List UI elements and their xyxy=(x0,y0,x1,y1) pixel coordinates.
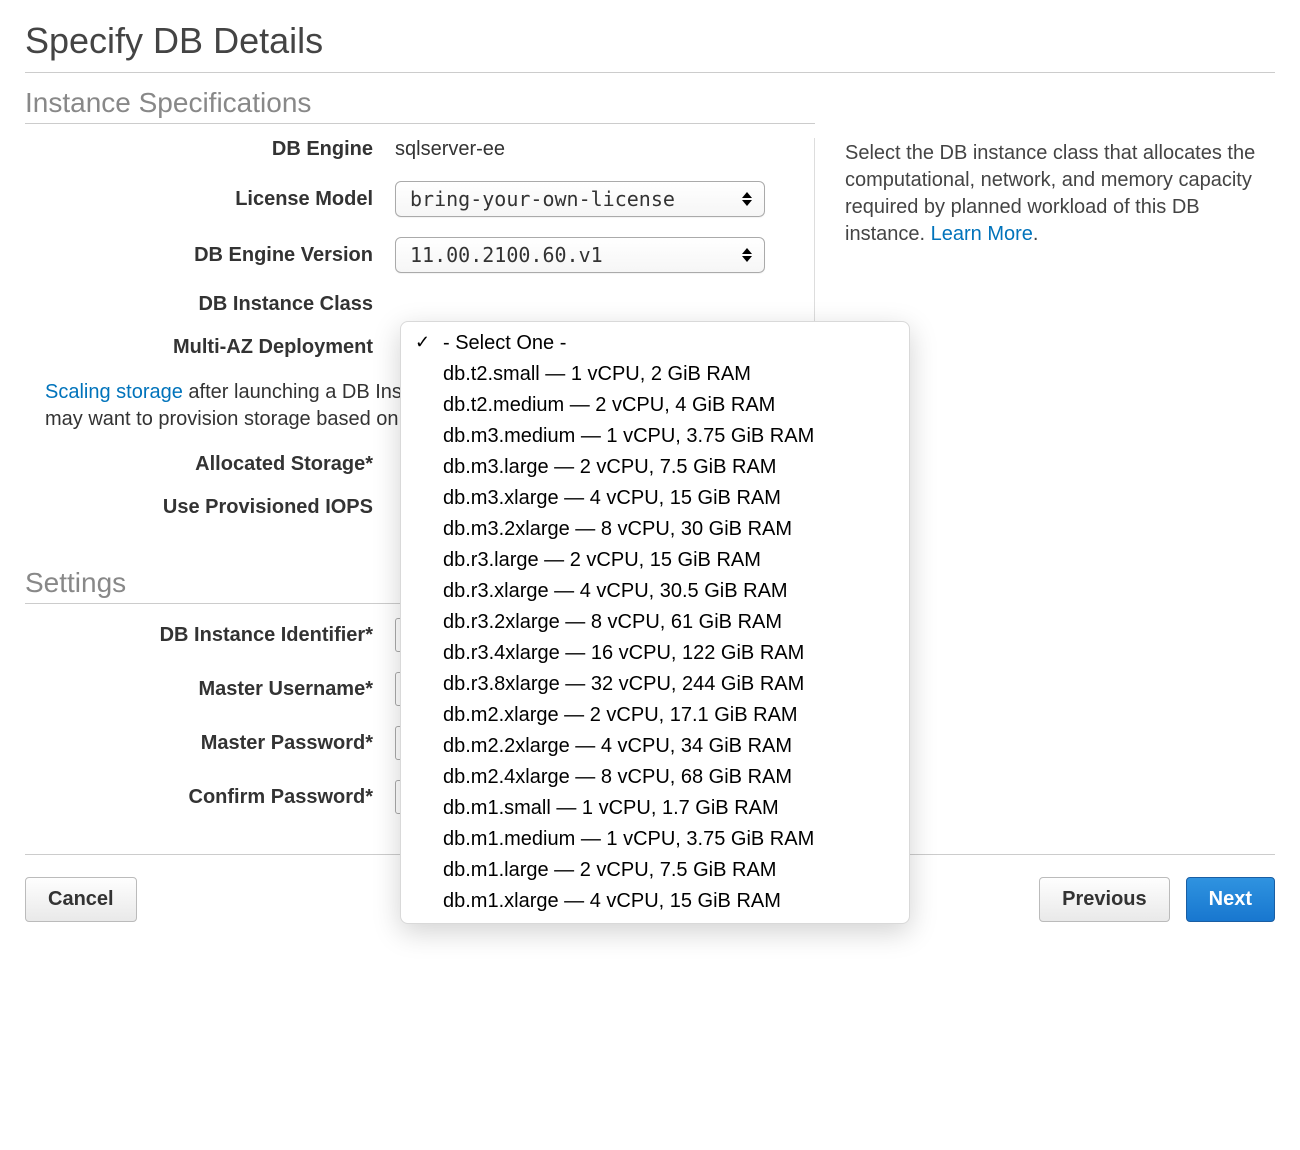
page-title: Specify DB Details xyxy=(25,20,1275,62)
db-instance-class-dropdown[interactable]: - Select One -db.t2.small — 1 vCPU, 2 Gi… xyxy=(400,321,910,924)
instance-class-option[interactable]: db.r3.4xlarge — 16 vCPU, 122 GiB RAM xyxy=(401,638,909,669)
previous-button[interactable]: Previous xyxy=(1039,877,1169,922)
scaling-storage-link[interactable]: Scaling storage xyxy=(45,381,183,403)
tip-text: Select the DB instance class that alloca… xyxy=(845,142,1255,245)
instance-class-option[interactable]: db.m1.medium — 1 vCPU, 3.75 GiB RAM xyxy=(401,824,909,855)
label-master-user: Master Username* xyxy=(25,678,395,701)
learn-more-link[interactable]: Learn More xyxy=(931,223,1033,245)
instance-class-option[interactable]: db.m2.4xlarge — 8 vCPU, 68 GiB RAM xyxy=(401,762,909,793)
instance-class-option[interactable]: db.m3.medium — 1 vCPU, 3.75 GiB RAM xyxy=(401,421,909,452)
label-identifier: DB Instance Identifier* xyxy=(25,624,395,647)
row-db-engine-version: DB Engine Version 11.00.2100.60.v1 xyxy=(25,237,804,273)
instance-class-option[interactable]: db.m1.large — 2 vCPU, 7.5 GiB RAM xyxy=(401,855,909,886)
next-button[interactable]: Next xyxy=(1186,877,1275,922)
caret-icon xyxy=(742,248,752,262)
title-divider xyxy=(25,72,1275,73)
label-master-pass: Master Password* xyxy=(25,732,395,755)
select-db-engine-version[interactable]: 11.00.2100.60.v1 xyxy=(395,237,765,273)
label-confirm-pass: Confirm Password* xyxy=(25,786,395,809)
label-license-model: License Model xyxy=(25,188,395,211)
instance-class-option[interactable]: - Select One - xyxy=(401,328,909,359)
label-use-piops: Use Provisioned IOPS xyxy=(25,496,395,519)
select-db-engine-version-value: 11.00.2100.60.v1 xyxy=(410,243,603,267)
label-db-engine-version: DB Engine Version xyxy=(25,244,395,267)
instance-class-option[interactable]: db.r3.xlarge — 4 vCPU, 30.5 GiB RAM xyxy=(401,576,909,607)
instance-spec-area: DB Engine sqlserver-ee License Model bri… xyxy=(25,138,1275,539)
cancel-button[interactable]: Cancel xyxy=(25,877,137,922)
section-title-instance-specifications: Instance Specifications xyxy=(25,87,815,124)
instance-class-option[interactable]: db.m1.small — 1 vCPU, 1.7 GiB RAM xyxy=(401,793,909,824)
instance-class-option[interactable]: db.m2.xlarge — 2 vCPU, 17.1 GiB RAM xyxy=(401,700,909,731)
instance-class-option[interactable]: db.m3.2xlarge — 8 vCPU, 30 GiB RAM xyxy=(401,514,909,545)
caret-icon xyxy=(742,192,752,206)
label-multi-az: Multi-AZ Deployment xyxy=(25,336,395,359)
label-allocated-storage: Allocated Storage* xyxy=(25,453,395,476)
row-db-instance-class: DB Instance Class xyxy=(25,293,804,316)
instance-class-option[interactable]: db.t2.small — 1 vCPU, 2 GiB RAM xyxy=(401,359,909,390)
instance-class-option[interactable]: db.t2.medium — 2 vCPU, 4 GiB RAM xyxy=(401,390,909,421)
instance-class-option[interactable]: db.m2.2xlarge — 4 vCPU, 34 GiB RAM xyxy=(401,731,909,762)
instance-class-option[interactable]: db.r3.2xlarge — 8 vCPU, 61 GiB RAM xyxy=(401,607,909,638)
tip-period: . xyxy=(1033,223,1039,245)
instance-class-option[interactable]: db.r3.large — 2 vCPU, 15 GiB RAM xyxy=(401,545,909,576)
label-db-engine: DB Engine xyxy=(25,138,395,161)
value-db-engine: sqlserver-ee xyxy=(395,138,804,161)
select-license-model[interactable]: bring-your-own-license xyxy=(395,181,765,217)
row-db-engine: DB Engine sqlserver-ee xyxy=(25,138,804,161)
instance-class-option[interactable]: db.r3.8xlarge — 32 vCPU, 244 GiB RAM xyxy=(401,669,909,700)
instance-class-option[interactable]: db.m1.xlarge — 4 vCPU, 15 GiB RAM xyxy=(401,886,909,917)
instance-class-option[interactable]: db.m3.large — 2 vCPU, 7.5 GiB RAM xyxy=(401,452,909,483)
label-db-instance-class: DB Instance Class xyxy=(25,293,395,316)
row-license-model: License Model bring-your-own-license xyxy=(25,181,804,217)
select-license-model-value: bring-your-own-license xyxy=(410,187,675,211)
instance-class-option[interactable]: db.m3.xlarge — 4 vCPU, 15 GiB RAM xyxy=(401,483,909,514)
